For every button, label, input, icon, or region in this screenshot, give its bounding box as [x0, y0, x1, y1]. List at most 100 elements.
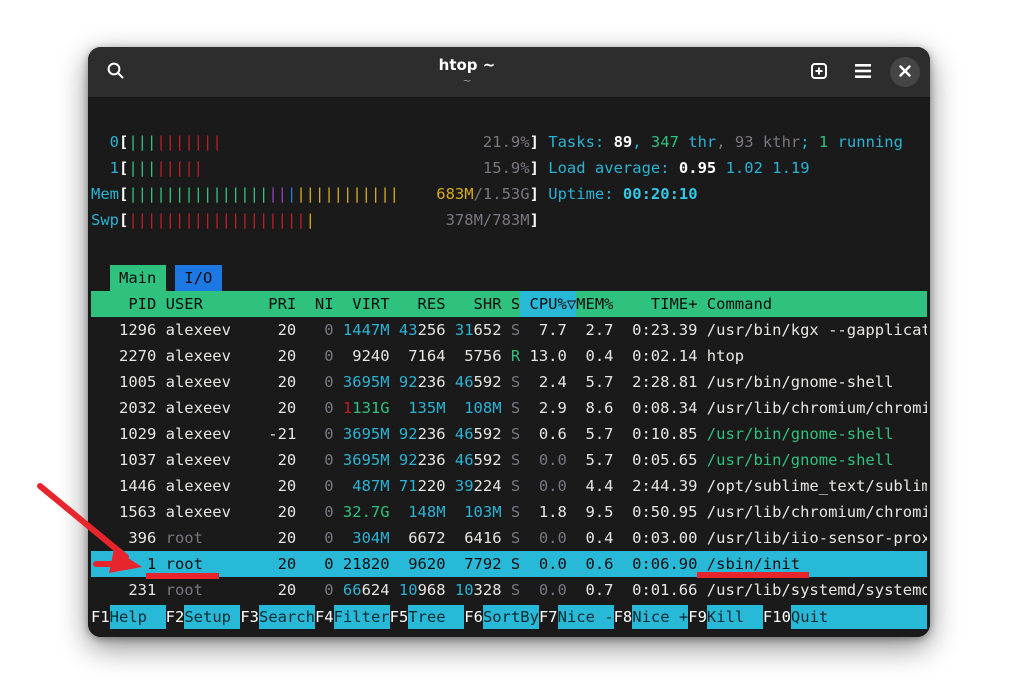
close-button[interactable] [890, 57, 920, 87]
screenshot-page: htop ~ ~ [0, 0, 1009, 681]
column-header-user[interactable]: USER [166, 291, 269, 317]
meter-value: 15.9% [483, 155, 530, 181]
cell-pid: 1296 [91, 317, 156, 343]
fkey-nice[interactable]: F7Nice - [539, 605, 614, 629]
info-line-0: Tasks: 89, 347 thr, 93 kthr; 1 running [548, 129, 927, 155]
search-button[interactable] [98, 55, 132, 89]
meter-bracket-right: ] [530, 129, 539, 155]
cell-s: S [511, 369, 520, 395]
cell-mem: 8.6 [576, 395, 613, 421]
fkey-kill[interactable]: F9Kill [688, 605, 763, 629]
column-header-s[interactable]: S [511, 291, 520, 317]
process-row[interactable]: 1563alexeev20032.7G148M103MS1.8 9.50:50.… [91, 499, 927, 525]
fkey-sortby[interactable]: F6SortBy [464, 605, 539, 629]
cell-sort [567, 577, 576, 603]
process-row[interactable]: 1296alexeev2001447M4325631652S7.7 2.70:2… [91, 317, 927, 343]
column-header-shr[interactable]: SHR [455, 291, 502, 317]
column-header-sort[interactable]: ▽ [567, 291, 576, 317]
column-header-pid[interactable]: PID [91, 291, 156, 317]
meter-1: 1[||||||||15.9%] [91, 155, 539, 181]
process-row[interactable]: 1005alexeev2003695M9223646592S2.4 5.72:2… [91, 369, 927, 395]
process-row[interactable]: 2032alexeev2001131G135M108MS2.9 8.60:08.… [91, 395, 927, 421]
cell-cpu: 0.6 [520, 421, 567, 447]
tab-main[interactable]: Main [110, 265, 166, 291]
fkey-search[interactable]: F3Search [240, 605, 315, 629]
cell-ni: 0 [306, 551, 334, 577]
fkey-nice[interactable]: F8Nice + [614, 605, 689, 629]
column-header-pri[interactable]: PRI [268, 291, 296, 317]
process-row[interactable]: 2270alexeev200924071645756R13.0 0.40:02.… [91, 343, 927, 369]
column-header-cmd[interactable]: Command [707, 291, 927, 317]
cell-cmd: htop [707, 343, 927, 369]
process-row[interactable]: 231root200666241096810328S0.0 0.70:01.66… [91, 577, 927, 603]
cell-pid: 2032 [91, 395, 156, 421]
cell-ni: 0 [306, 343, 334, 369]
meter-bar-run: ||||||||||||||| [128, 185, 268, 203]
cell-sort [567, 473, 576, 499]
cell-ni: 0 [306, 499, 334, 525]
cell-pid: 1037 [91, 447, 156, 473]
column-header-cpu[interactable]: CPU% [520, 291, 567, 317]
cell-cpu: 0.0 [520, 577, 567, 603]
cell-user: alexeev [166, 421, 269, 447]
fkey-quit[interactable]: F10Quit [763, 605, 927, 629]
cell-res: 7164 [399, 343, 446, 369]
fkey-filter[interactable]: F4Filter [315, 605, 390, 629]
cell-sort [567, 525, 576, 551]
fkey-key-label: F9 [688, 605, 707, 629]
fkey-setup[interactable]: F2Setup [166, 605, 241, 629]
cell-time: 2:44.39 [623, 473, 698, 499]
column-header-time[interactable]: TIME+ [623, 291, 698, 317]
cell-virt: 66624 [343, 577, 390, 603]
column-header-mem[interactable]: MEM% [576, 291, 613, 317]
tab-io[interactable]: I/O [175, 265, 222, 291]
column-header-res[interactable]: RES [399, 291, 446, 317]
cell-sort [567, 317, 576, 343]
cell-mem: 2.7 [576, 317, 613, 343]
meter-bars: |||||||||||||||||||| [128, 207, 315, 233]
cell-pri: 20 [268, 525, 296, 551]
process-row[interactable]: 1446alexeev200487M7122039224S0.0 4.42:44… [91, 473, 927, 499]
meter-bar-run: || [268, 185, 287, 203]
cell-res: 9620 [399, 551, 446, 577]
cell-res: 92236 [399, 421, 446, 447]
process-row[interactable]: 1037alexeev2003695M9223646592S0.0 5.70:0… [91, 447, 927, 473]
cell-cpu: 2.4 [520, 369, 567, 395]
cell-mem: 5.7 [576, 421, 613, 447]
cell-shr: 103M [455, 499, 502, 525]
process-row[interactable]: 396root200304M66726416S0.0 0.40:03.00/us… [91, 525, 927, 551]
cell-pid: 1446 [91, 473, 156, 499]
fkey-tree[interactable]: F5Tree [390, 605, 465, 629]
cell-time: 0:08.34 [623, 395, 698, 421]
fkey-key-label: F3 [240, 605, 259, 629]
screen-tabs: Main I/O [91, 265, 927, 291]
column-header-ni[interactable]: NI [306, 291, 334, 317]
process-row-selected[interactable]: 1root2002182096207792S0.0 0.60:06.90/sbi… [91, 551, 927, 577]
cell-time: 0:06.90 [623, 551, 698, 577]
cell-cmd: /usr/lib/chromium/chromi [707, 499, 927, 525]
fkey-key-label: F4 [315, 605, 334, 629]
window-subtitle: ~ [132, 75, 802, 87]
menu-icon [854, 64, 872, 81]
info-line-2: Uptime: 00:20:10 [548, 181, 927, 207]
meter-label: Mem [91, 181, 119, 207]
column-header-virt[interactable]: VIRT [343, 291, 390, 317]
cell-sort [567, 447, 576, 473]
cell-cmd: /sbin/init [707, 551, 927, 577]
cell-s: S [511, 577, 520, 603]
new-tab-button[interactable] [802, 55, 836, 89]
meter-bracket-right: ] [530, 155, 539, 181]
fkey-help[interactable]: F1Help [91, 605, 166, 629]
fkey-action-label: Setup [184, 605, 240, 629]
menu-button[interactable] [846, 55, 880, 89]
fkey-action-label: Kill [707, 605, 763, 629]
cell-ni: 0 [306, 577, 334, 603]
cell-cmd: /usr/lib/iio-sensor-prox [707, 525, 927, 551]
cell-shr: 108M [455, 395, 502, 421]
cell-shr: 46592 [455, 369, 502, 395]
cell-pri: 20 [268, 499, 296, 525]
process-row[interactable]: 1029alexeev-2103695M9223646592S0.6 5.70:… [91, 421, 927, 447]
cell-shr: 46592 [455, 447, 502, 473]
cell-pid: 231 [91, 577, 156, 603]
cell-ni: 0 [306, 317, 334, 343]
